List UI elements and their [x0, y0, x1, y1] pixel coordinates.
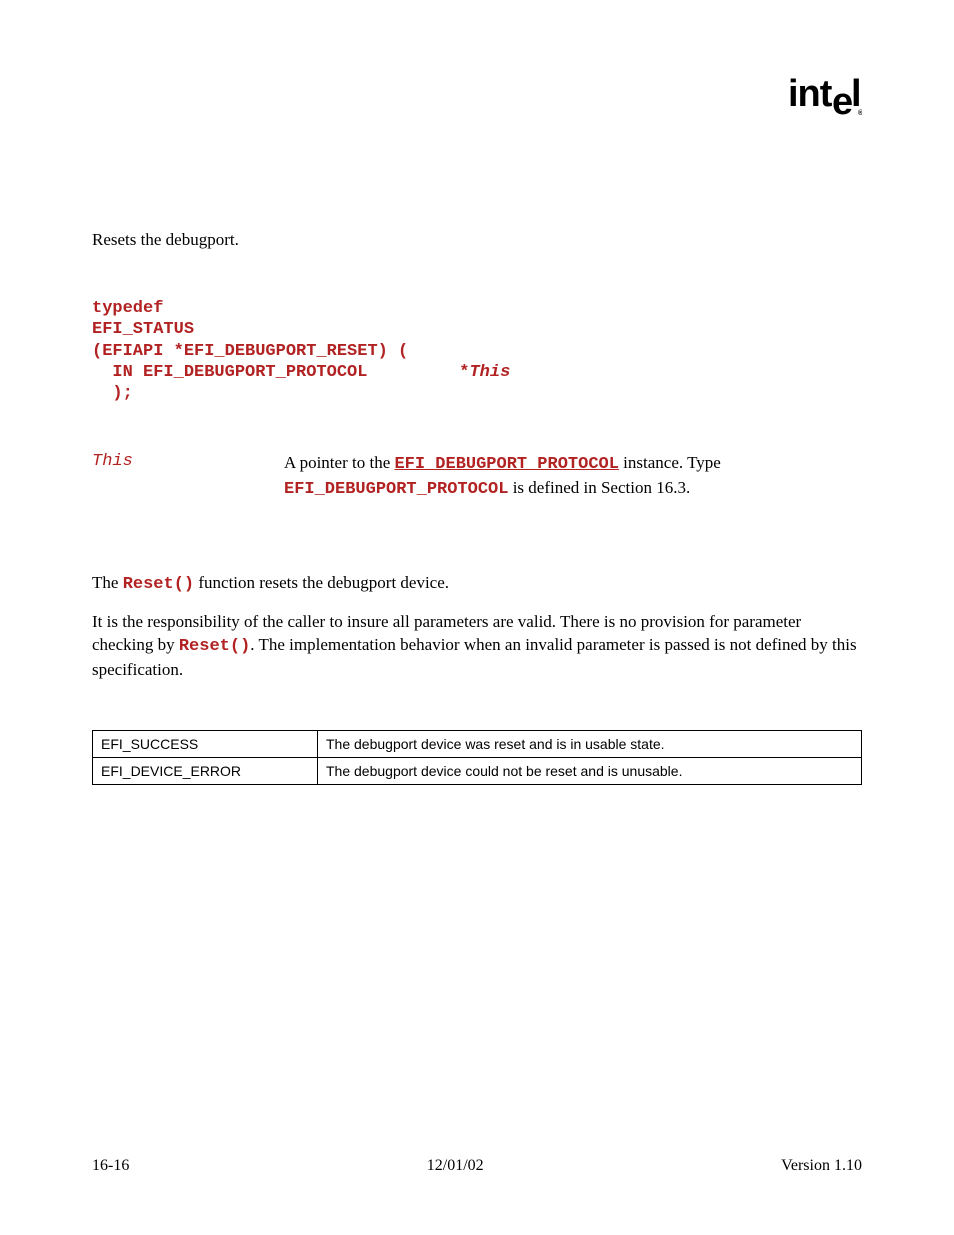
summary-text: Resets the debugport.: [92, 230, 862, 250]
desc2-code: Reset(): [179, 637, 250, 656]
description-block: The Reset() function resets the debugpor…: [92, 572, 862, 682]
param-code2: EFI_DEBUGPORT_PROTOCOL: [284, 480, 508, 499]
proto-line1: typedef: [92, 299, 163, 318]
parameter-row: This A pointer to the EFI_DEBUGPORT_PROT…: [92, 452, 862, 502]
svg-text:e: e: [832, 81, 852, 120]
status-desc: The debugport device could not be reset …: [318, 757, 862, 784]
desc1-post: function resets the debugport device.: [194, 573, 449, 592]
table-row: EFI_SUCCESS The debugport device was res…: [93, 730, 862, 757]
table-row: EFI_DEVICE_ERROR The debugport device co…: [93, 757, 862, 784]
proto-line3: (EFIAPI *EFI_DEBUGPORT_RESET) (: [92, 342, 408, 361]
param-desc-pre: A pointer to the: [284, 453, 394, 472]
param-code-link[interactable]: EFI_DEBUGPORT_PROTOCOL: [394, 455, 618, 474]
status-desc: The debugport device was reset and is in…: [318, 730, 862, 757]
desc1-pre: The: [92, 573, 123, 592]
footer-date: 12/01/02: [427, 1157, 484, 1175]
param-desc-mid: instance. Type: [619, 453, 721, 472]
desc-para-1: The Reset() function resets the debugpor…: [92, 572, 862, 597]
status-codes-table: EFI_SUCCESS The debugport device was res…: [92, 730, 862, 785]
footer-version: Version 1.10: [781, 1157, 862, 1175]
footer-page-number: 16-16: [92, 1157, 129, 1175]
desc1-code: Reset(): [123, 575, 194, 594]
proto-line4a: IN EFI_DEBUGPORT_PROTOCOL *: [92, 363, 469, 382]
status-code: EFI_SUCCESS: [93, 730, 318, 757]
status-code: EFI_DEVICE_ERROR: [93, 757, 318, 784]
proto-line2: EFI_STATUS: [92, 320, 194, 339]
desc-para-2: It is the responsibility of the caller t…: [92, 611, 862, 682]
intel-logo: int e l ®: [788, 78, 862, 130]
param-name-this: This: [92, 452, 284, 502]
page-footer: 16-16 12/01/02 Version 1.10: [92, 1157, 862, 1175]
svg-text:®: ®: [858, 109, 862, 117]
proto-param-this: This: [469, 363, 510, 382]
svg-text:int: int: [788, 78, 833, 115]
page-content: Resets the debugport. typedef EFI_STATUS…: [92, 230, 862, 785]
proto-line5: );: [92, 384, 133, 403]
prototype-block: typedef EFI_STATUS (EFIAPI *EFI_DEBUGPOR…: [92, 298, 862, 404]
param-desc-this: A pointer to the EFI_DEBUGPORT_PROTOCOL …: [284, 452, 862, 502]
param-desc-post: is defined in Section 16.3.: [508, 478, 690, 497]
